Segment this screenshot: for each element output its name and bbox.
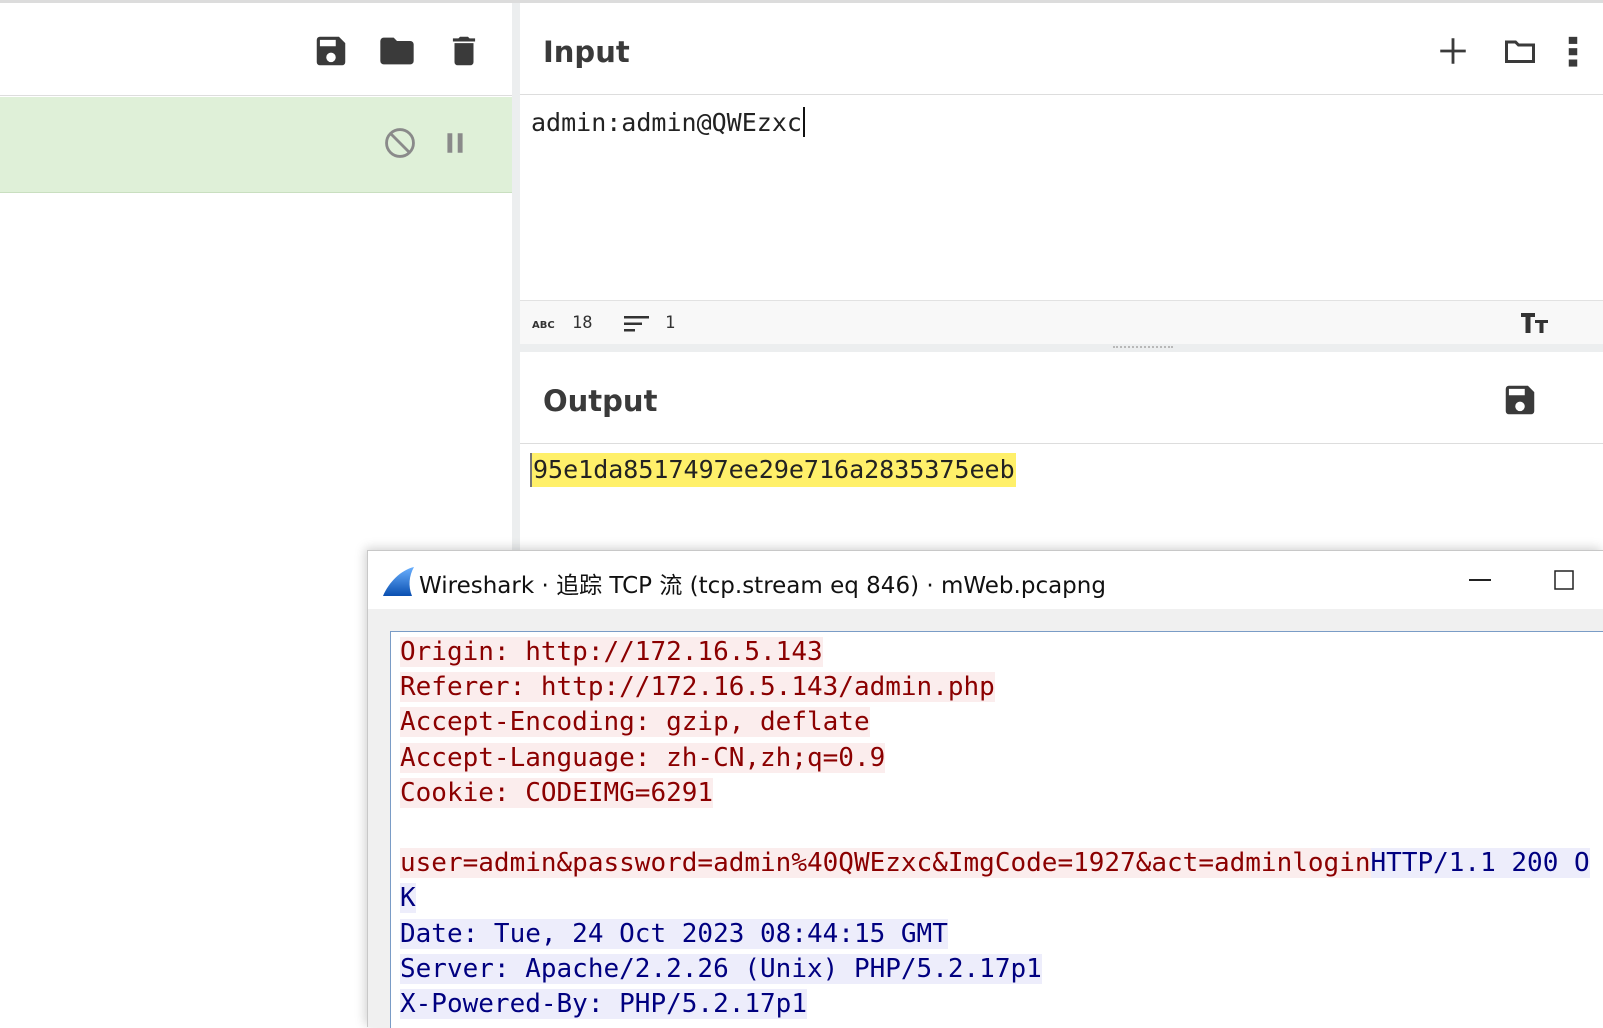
save-icon[interactable] [311, 29, 351, 73]
wireshark-titlebar[interactable]: Wireshark · 追踪 TCP 流 (tcp.stream eq 846)… [368, 551, 1603, 609]
trash-icon[interactable] [444, 29, 484, 73]
minimize-button[interactable] [1465, 565, 1495, 595]
save-output-icon[interactable] [1498, 378, 1542, 422]
menu-icon[interactable] [1558, 29, 1588, 73]
stream-line-text: X-Powered-By: PHP/5.2.17p1 [400, 989, 807, 1019]
stream-line: user=admin&password=admin%40QWEzxc&ImgCo… [400, 846, 1590, 881]
stream-line: Referer: http://172.16.5.143/admin.php [400, 670, 995, 705]
folder-icon[interactable] [377, 29, 417, 73]
font-size-icon[interactable] [1520, 311, 1550, 335]
maximize-button[interactable] [1549, 565, 1579, 595]
stream-content[interactable]: Origin: http://172.16.5.143 Referer: http… [390, 631, 1603, 1028]
input-value: admin:admin@QWEzxc [531, 108, 802, 137]
recipe-operation[interactable] [0, 97, 512, 193]
stream-line-text: Accept-Language: zh-CN,zh;q=0.9 [400, 742, 886, 773]
wireshark-window[interactable]: Wireshark · 追踪 TCP 流 (tcp.stream eq 846)… [367, 550, 1603, 1028]
wireshark-fin-icon [381, 564, 415, 598]
stream-line-response-tail: HTTP/1.1 200 O [1370, 848, 1590, 879]
input-lines: 1 [665, 313, 676, 333]
stream-line-text: Server: Apache/2.2.26 (Unix) PHP/5.2.17p… [400, 953, 1042, 984]
input-header: Input [520, 3, 1603, 95]
stream-line-text: Date: Tue, 24 Oct 2023 08:44:15 GMT [400, 918, 948, 949]
stream-line: Accept-Language: zh-CN,zh;q=0.9 [400, 741, 886, 776]
svg-text:ABC: ABC [532, 320, 555, 331]
stream-line: K [400, 881, 416, 916]
wireshark-title: Wireshark · 追踪 TCP 流 (tcp.stream eq 846)… [419, 573, 1106, 599]
io-resizer[interactable] [520, 344, 1603, 352]
stream-line-text: Referer: http://172.16.5.143/admin.php [400, 672, 995, 703]
output-header: Output [520, 352, 1603, 444]
output-textarea[interactable]: 95e1da8517497ee29e716a2835375eeb [530, 453, 1016, 487]
stream-line: X-Powered-By: PHP/5.2.17p1 [400, 987, 807, 1022]
input-title: Input [543, 35, 630, 69]
input-length: 18 [572, 313, 593, 333]
abc-icon: ABC [532, 317, 558, 331]
stream-line-text: Cookie: CODEIMG=6291 [400, 777, 714, 808]
stream-line-text: Origin: http://172.16.5.143 [400, 637, 823, 667]
resizer-grip[interactable] [1113, 346, 1173, 349]
stream-line: Server: Apache/2.2.26 (Unix) PHP/5.2.17p… [400, 952, 1042, 987]
stream-line-text: K [400, 883, 416, 914]
stream-line: Origin: http://172.16.5.143 [400, 635, 823, 670]
add-input-icon[interactable] [1431, 29, 1475, 73]
input-status-bar: ABC 18 1 [520, 300, 1603, 344]
output-value: 95e1da8517497ee29e716a2835375eeb [530, 453, 1016, 487]
recipe-toolbar [0, 3, 512, 96]
stream-line: Date: Tue, 24 Oct 2023 08:44:15 GMT [400, 917, 948, 952]
stream-line-text: Accept-Encoding: gzip, deflate [400, 707, 870, 738]
lines-icon [624, 315, 650, 333]
open-folder-icon[interactable] [1498, 29, 1542, 73]
pause-icon[interactable] [435, 123, 475, 163]
stream-line: Accept-Encoding: gzip, deflate [400, 705, 870, 740]
disable-icon[interactable] [380, 123, 420, 163]
stream-line-text: user=admin&password=admin%40QWEzxc&ImgCo… [400, 848, 1371, 879]
input-textarea[interactable]: admin:admin@QWEzxc [531, 107, 805, 137]
stream-line: Cookie: CODEIMG=6291 [400, 776, 714, 811]
text-cursor [802, 107, 805, 137]
output-title: Output [543, 384, 658, 418]
